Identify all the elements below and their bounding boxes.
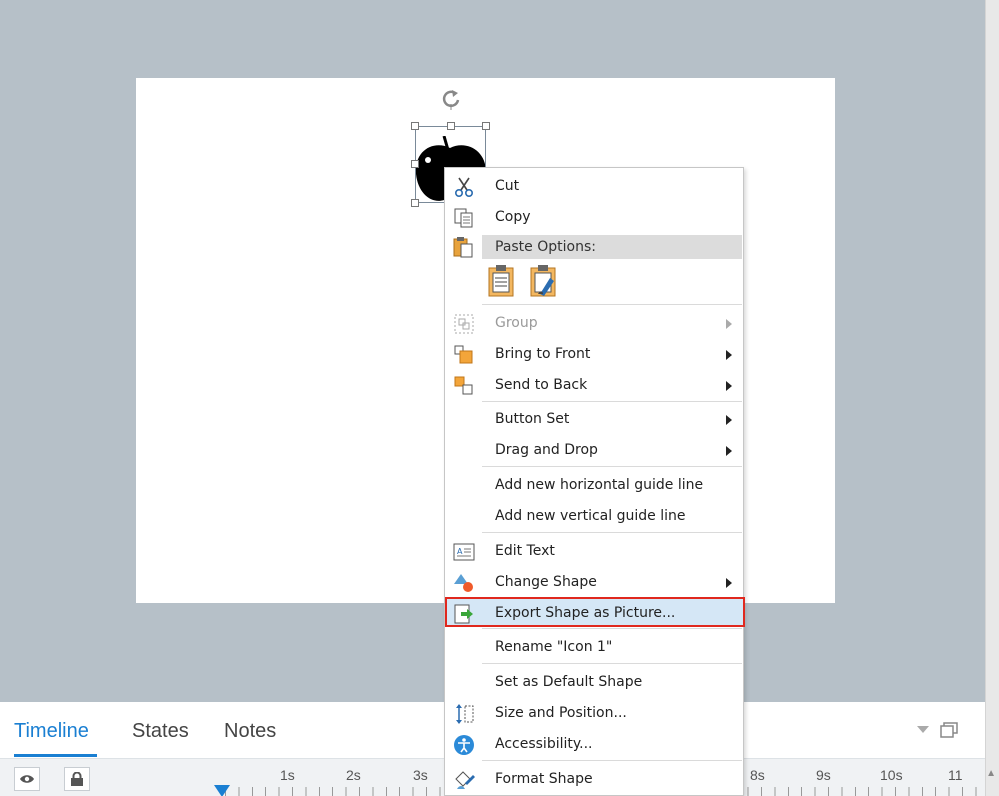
menu-separator	[482, 663, 742, 664]
playhead-marker[interactable]	[214, 785, 230, 796]
ruler-label: 3s	[413, 767, 428, 783]
menu-item-label: Accessibility...	[495, 736, 593, 752]
group-icon	[454, 314, 474, 334]
menu-item-drag-and-drop[interactable]: Drag and Drop	[446, 435, 743, 465]
menu-item-label: Rename "Icon 1"	[495, 639, 613, 655]
ruler-label: 8s	[750, 767, 765, 783]
menu-separator	[482, 304, 742, 305]
menu-item-copy[interactable]: Copy	[446, 202, 743, 232]
ruler-label: 11	[948, 767, 963, 783]
menu-separator	[482, 628, 742, 629]
menu-item-label: Add new vertical guide line	[495, 508, 686, 524]
menu-item-rename[interactable]: Rename "Icon 1"	[446, 632, 743, 662]
menu-item-label: Copy	[495, 209, 531, 225]
change-shape-icon	[454, 574, 473, 592]
menu-separator	[482, 401, 742, 402]
ruler-label: 1s	[280, 767, 295, 783]
menu-item-add-vertical-guide[interactable]: Add new vertical guide line	[446, 501, 743, 531]
menu-item-group[interactable]: Group	[446, 308, 743, 338]
menu-item-label: Set as Default Shape	[495, 674, 643, 690]
tab-timeline[interactable]: Timeline	[14, 720, 89, 743]
active-tab-indicator	[14, 754, 97, 757]
send-to-back-icon	[454, 376, 473, 395]
menu-item-set-default-shape[interactable]: Set as Default Shape	[446, 667, 743, 697]
menu-item-add-horizontal-guide[interactable]: Add new horizontal guide line	[446, 470, 743, 500]
menu-item-label: Bring to Front	[495, 346, 591, 362]
lock-icon	[71, 772, 83, 786]
ruler-label: 2s	[346, 767, 361, 783]
submenu-arrow-icon	[726, 350, 732, 360]
menu-item-button-set[interactable]: Button Set	[446, 404, 743, 434]
restore-window-icon[interactable]	[940, 722, 958, 738]
resize-handle[interactable]	[411, 122, 419, 130]
resize-handle[interactable]	[447, 122, 455, 130]
bring-to-front-icon	[454, 345, 473, 364]
menu-separator	[482, 760, 742, 761]
submenu-arrow-icon	[726, 578, 732, 588]
menu-item-cut[interactable]: Cut	[446, 171, 743, 201]
paste-options-header: Paste Options:	[482, 235, 742, 259]
menu-item-label: Button Set	[495, 411, 570, 427]
menu-item-accessibility[interactable]: Accessibility...	[446, 729, 743, 759]
menu-item-label: Cut	[495, 178, 520, 194]
resize-handle[interactable]	[411, 199, 419, 207]
menu-item-label: Edit Text	[495, 543, 555, 559]
visibility-toggle-button[interactable]	[14, 767, 40, 791]
menu-item-label: Size and Position...	[495, 705, 627, 721]
menu-item-send-to-back[interactable]: Send to Back	[446, 370, 743, 400]
tab-states[interactable]: States	[132, 720, 189, 743]
lock-toggle-button[interactable]	[64, 767, 90, 791]
menu-item-edit-text[interactable]: A Edit Text	[446, 536, 743, 566]
submenu-arrow-icon	[726, 415, 732, 425]
vertical-scrollbar[interactable]: ▲	[985, 0, 999, 796]
dropdown-arrow-icon[interactable]	[917, 726, 929, 734]
menu-item-label: Format Shape	[495, 771, 593, 787]
menu-item-label: Change Shape	[495, 574, 597, 590]
context-menu: Cut Copy Paste Options: Group Bring to F…	[444, 167, 745, 796]
menu-item-bring-to-front[interactable]: Bring to Front	[446, 339, 743, 369]
menu-item-label: Send to Back	[495, 377, 588, 393]
paste-options-label: Paste Options:	[495, 239, 596, 255]
scroll-up-icon[interactable]: ▲	[986, 768, 996, 779]
submenu-arrow-icon	[726, 446, 732, 456]
rotate-handle-icon[interactable]	[440, 88, 462, 110]
resize-handle[interactable]	[482, 122, 490, 130]
edit-text-icon: A	[453, 543, 475, 561]
menu-item-label: Group	[495, 315, 538, 331]
menu-item-label: Drag and Drop	[495, 442, 598, 458]
paste-icon	[453, 237, 473, 258]
paste-destination-theme-icon[interactable]	[528, 264, 558, 298]
eye-icon	[20, 775, 34, 783]
submenu-arrow-icon	[726, 319, 732, 329]
ruler-label: 10s	[880, 767, 903, 783]
menu-separator	[482, 466, 742, 467]
menu-item-export-shape[interactable]: Export Shape as Picture...	[445, 597, 745, 627]
resize-handle[interactable]	[411, 160, 419, 168]
menu-item-label: Add new horizontal guide line	[495, 477, 704, 493]
svg-text:A: A	[457, 547, 463, 556]
menu-item-label: Export Shape as Picture...	[495, 605, 676, 621]
accessibility-icon	[454, 735, 474, 755]
menu-item-format-shape[interactable]: Format Shape	[446, 764, 743, 794]
tab-notes[interactable]: Notes	[224, 720, 276, 743]
ruler-label: 9s	[816, 767, 831, 783]
copy-icon	[454, 208, 473, 228]
paste-keep-formatting-icon[interactable]	[486, 264, 516, 298]
menu-item-change-shape[interactable]: Change Shape	[446, 567, 743, 597]
menu-separator	[482, 532, 742, 533]
menu-item-size-and-position[interactable]: Size and Position...	[446, 698, 743, 728]
size-position-icon	[456, 704, 474, 724]
scissors-icon	[454, 177, 474, 198]
export-picture-icon	[454, 604, 473, 624]
format-shape-icon	[455, 771, 475, 789]
submenu-arrow-icon	[726, 381, 732, 391]
